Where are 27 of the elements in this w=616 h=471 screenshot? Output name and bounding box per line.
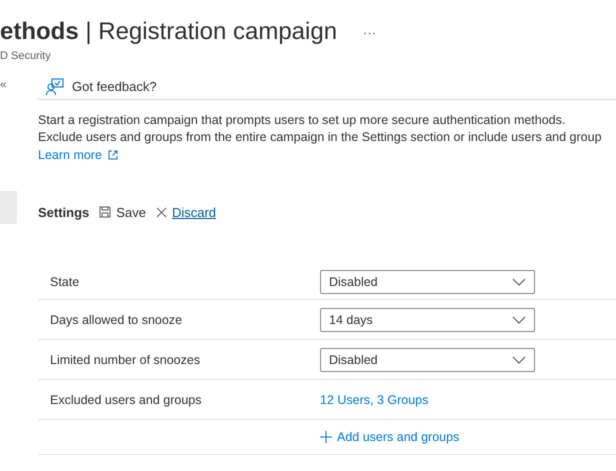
settings-heading: Settings: [38, 204, 90, 220]
plus-icon: [320, 431, 332, 443]
chevron-down-icon: [512, 356, 526, 364]
feedback-button[interactable]: Got feedback?: [72, 79, 157, 94]
feedback-icon: [46, 78, 64, 96]
close-icon: [156, 206, 167, 218]
save-icon: [99, 206, 112, 218]
external-link-icon: [108, 150, 118, 160]
page-subtitle: D Security: [0, 50, 52, 62]
chevron-down-icon: [512, 278, 526, 286]
setting-label: State: [49, 275, 80, 289]
dropdown[interactable]: 14 days: [320, 308, 535, 332]
setting-label: Excluded users and groups: [49, 392, 202, 406]
excluded-users-link[interactable]: 12 Users, 3 Groups: [320, 392, 428, 406]
add-users-link[interactable]: Add users and groups: [320, 430, 460, 444]
description-text: Start a registration campaign that prompts users to set up more secure authentication methods. Exclude users and groups from the entire campaign in the Settings section or include users and group: [38, 112, 603, 146]
discard-button[interactable]: Discard: [156, 204, 216, 220]
chevron-down-icon: [512, 316, 526, 324]
collapse-sidebar[interactable]: «: [0, 74, 38, 94]
more-options[interactable]: ···: [363, 24, 376, 40]
learn-more-link[interactable]: Learn more: [38, 148, 118, 162]
page-title: ethods | Registration campaign: [0, 17, 338, 47]
dropdown[interactable]: Disabled: [320, 348, 535, 372]
save-button[interactable]: Save: [99, 204, 146, 220]
dropdown[interactable]: Disabled: [320, 270, 535, 294]
setting-label: Limited number of snoozes: [49, 352, 202, 366]
setting-label: Days allowed to snooze: [49, 312, 184, 326]
